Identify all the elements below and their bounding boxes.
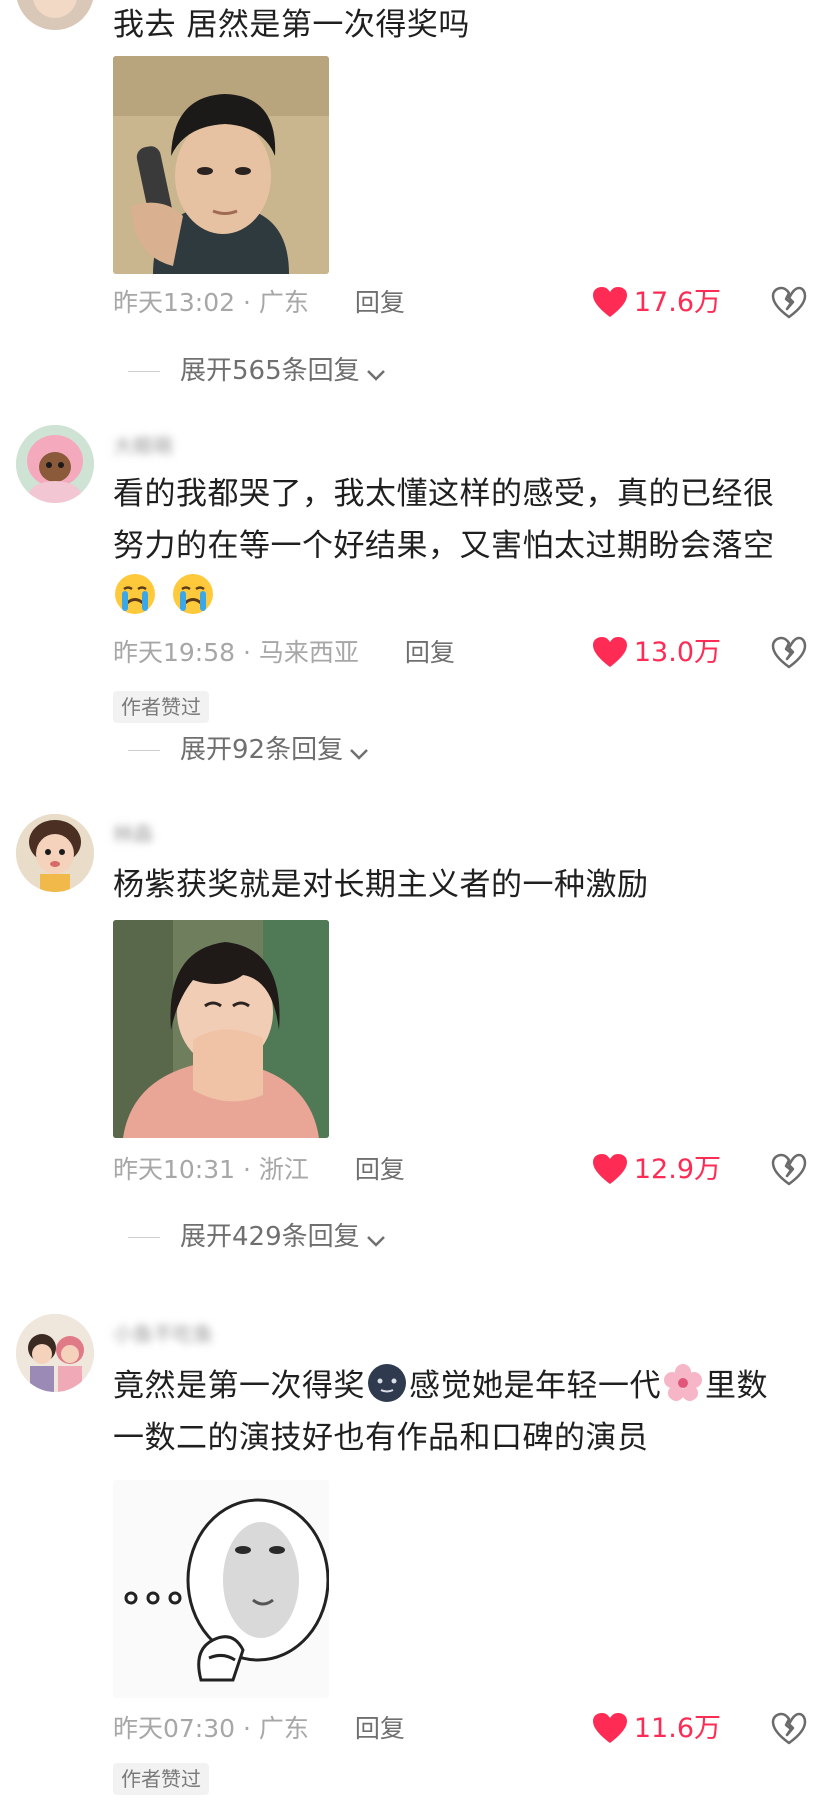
like-count: 12.9万 [633,1154,721,1185]
broken-heart-icon [771,1712,807,1745]
divider-dash [128,750,160,751]
heart-icon [592,637,627,667]
comment-meta: 昨天07:30 · 广东 回复 [113,1709,405,1749]
separator: · [243,1714,251,1743]
expand-label: 展开565条回复 [180,356,360,386]
timestamp: 昨天13:02 [113,288,236,317]
username[interactable]: 小鱼不吃鱼 [113,1318,213,1346]
reply-button[interactable]: 回复 [355,1155,405,1184]
reply-button[interactable]: 回复 [405,638,455,667]
crying-face-emoji [173,574,214,614]
like-button[interactable]: 17.6万 [592,283,721,323]
avatar[interactable] [16,425,94,503]
chevron-down-icon [366,1236,385,1247]
meme-image-thinking-face[interactable] [113,1480,329,1698]
comment-text: 看的我都哭了，我太懂这样的感受，真的已经很 努力的在等一个好结果，又害怕太过期盼… [113,468,813,624]
comment-text-part-1: 竟然是第一次得奖 [113,1368,365,1404]
username[interactable]: 大眼萌 [113,430,173,458]
heart-icon [592,1713,627,1743]
reply-button[interactable]: 回复 [355,1714,405,1743]
reply-button[interactable]: 回复 [355,288,405,317]
comment-text: 我去 居然是第一次得奖吗 [113,7,470,43]
comment-text-line-1: 竟然是第一次得奖 感觉她是年轻一代 里数 [113,1360,813,1412]
like-button[interactable]: 12.9万 [592,1150,721,1190]
crying-face-emoji [115,574,155,614]
username[interactable]: 林森 [113,818,153,846]
timestamp: 昨天07:30 [113,1714,236,1743]
like-button[interactable]: 11.6万 [592,1709,721,1749]
location: 广东 [258,288,309,317]
timestamp: 昨天19:58 [113,638,236,667]
expand-replies-button[interactable]: 展开92条回复 [128,730,369,770]
location: 广东 [258,1714,309,1743]
heart-icon [592,1154,627,1184]
separator: · [243,638,251,667]
comment-text-part-3: 里数 [705,1368,768,1404]
like-button[interactable]: 13.0万 [592,633,721,673]
comment-text: 杨紫获奖就是对长期主义者的一种激励 [113,867,649,903]
avatar[interactable] [16,814,94,892]
chevron-down-icon [350,749,368,760]
expand-replies-button[interactable]: 展开429条回复 [128,1217,386,1257]
timestamp: 昨天10:31 [113,1155,236,1184]
expand-replies-button[interactable]: 展开565条回复 [128,351,386,391]
comment-text-line-2: 努力的在等一个好结果，又害怕太过期盼会落空 [113,528,775,564]
separator: · [243,288,251,317]
avatar[interactable] [16,0,94,30]
chevron-down-icon [366,370,385,381]
divider-dash [128,371,160,372]
meme-image-laughing-person[interactable] [113,920,329,1138]
dislike-button[interactable] [771,1152,807,1188]
comment-text-line-2: 一数二的演技好也有作品和口碑的演员 [113,1420,649,1456]
comment-meta: 昨天19:58 · 马来西亚 回复 [113,633,455,673]
avatar[interactable] [16,1314,94,1392]
author-liked-badge: 作者赞过 [113,691,209,723]
dislike-button[interactable] [771,285,807,321]
comment-text: 竟然是第一次得奖 感觉她是年轻一代 里数 一数二的演技好也有作品和口碑的演员 [113,1360,813,1464]
expand-label: 展开92条回复 [180,735,344,765]
expand-label: 展开429条回复 [180,1222,360,1252]
cherry-blossom-emoji [664,1364,702,1401]
heart-icon [592,287,627,317]
comment-text-line-1: 看的我都哭了，我太懂这样的感受，真的已经很 [113,476,775,512]
dislike-button[interactable] [771,1711,807,1747]
location: 马来西亚 [258,638,359,667]
like-count: 11.6万 [633,1713,721,1744]
emoji-row [113,572,813,624]
location: 浙江 [258,1155,309,1184]
separator: · [243,1155,251,1184]
shy-face-emoji [368,1364,406,1402]
broken-heart-icon [771,286,807,319]
comment-text-part-2: 感觉她是年轻一代 [409,1368,661,1404]
comment-meta: 昨天13:02 · 广东 回复 [113,283,405,323]
dislike-button[interactable] [771,635,807,671]
divider-dash [128,1237,160,1238]
author-liked-badge: 作者赞过 [113,1763,209,1795]
comment-meta: 昨天10:31 · 浙江 回复 [113,1150,405,1190]
meme-image-phone-call[interactable] [113,56,329,274]
like-count: 13.0万 [633,637,721,668]
like-count: 17.6万 [633,287,721,318]
broken-heart-icon [771,1153,807,1186]
broken-heart-icon [771,636,807,669]
